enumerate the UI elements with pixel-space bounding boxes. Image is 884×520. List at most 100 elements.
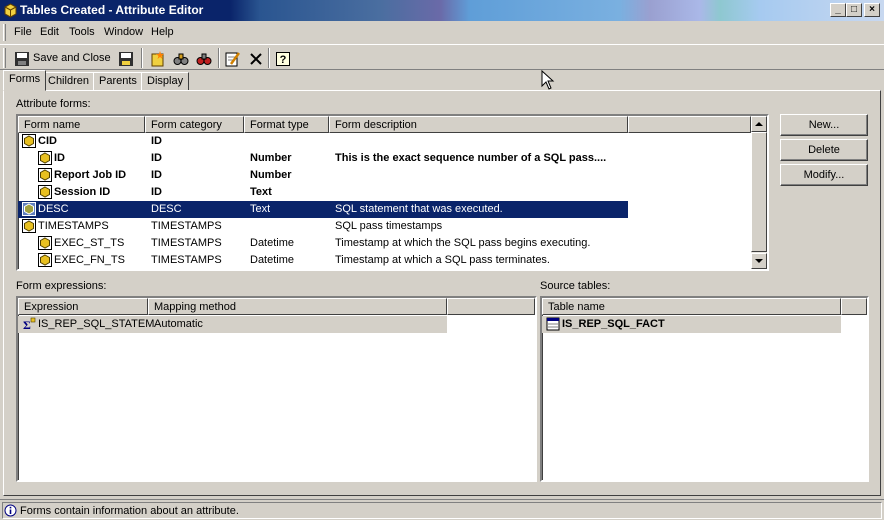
- format-type-cell: Number: [250, 152, 292, 164]
- delete-button[interactable]: Delete: [780, 139, 868, 161]
- maximize-button[interactable]: □: [846, 3, 862, 17]
- form-name-cell: Report Job ID: [54, 169, 127, 181]
- find-dependents-button[interactable]: [194, 48, 214, 70]
- binoculars-icon: [173, 53, 189, 65]
- attribute-form-icon: [22, 219, 36, 233]
- toolbar-separator: [218, 48, 220, 68]
- mapping-method-cell: Automatic: [154, 318, 203, 330]
- form-category-cell: ID: [151, 169, 162, 181]
- help-button[interactable]: ?: [273, 48, 293, 70]
- table-icon: [546, 317, 560, 331]
- source-tables-list[interactable]: Table name IS_REP_SQL_FACT: [540, 296, 869, 482]
- form-description-cell: This is the exact sequence number of a S…: [335, 152, 607, 164]
- attribute-form-icon: [22, 134, 36, 148]
- attribute-form-icon: [38, 236, 52, 250]
- form-name-cell: EXEC_FN_TS: [54, 254, 125, 266]
- close-button[interactable]: ×: [864, 3, 880, 17]
- table-row[interactable]: CID ID: [18, 133, 751, 150]
- column-header-form-category[interactable]: Form category: [145, 116, 244, 133]
- table-row[interactable]: ID ID Number This is the exact sequence …: [18, 150, 751, 167]
- toolbar-grip: [3, 48, 6, 68]
- toolbar-separator: [268, 48, 270, 68]
- form-description-cell: SQL statement that was executed.: [335, 203, 503, 215]
- edit-pencil-icon: [225, 52, 241, 67]
- attribute-cube-icon: [4, 3, 17, 18]
- format-type-cell: Number: [250, 169, 292, 181]
- format-type-cell: Text: [250, 203, 271, 215]
- mouse-cursor-icon: [541, 70, 555, 90]
- delete-toolbar-button[interactable]: [246, 48, 266, 70]
- menu-grip: [3, 24, 6, 41]
- column-header-table-name[interactable]: Table name: [542, 298, 841, 315]
- form-category-cell: TIMESTAMPS: [151, 220, 222, 232]
- menu-window[interactable]: Window: [104, 26, 143, 38]
- menu-edit[interactable]: Edit: [40, 26, 59, 38]
- menu-file[interactable]: File: [14, 26, 32, 38]
- scroll-up-button[interactable]: [751, 116, 767, 132]
- menu-bar: File Edit Tools Window Help: [0, 22, 884, 43]
- save-and-close-button[interactable]: Save and Close: [12, 48, 112, 70]
- table-row[interactable]: TIMESTAMPS TIMESTAMPS SQL pass timestamp…: [18, 218, 751, 235]
- form-category-cell: DESC: [151, 203, 182, 215]
- form-description-cell: SQL pass timestamps: [335, 220, 443, 232]
- attribute-form-icon: [22, 202, 36, 216]
- form-name-cell: EXEC_ST_TS: [54, 237, 125, 249]
- new-button[interactable]: New...: [780, 114, 868, 136]
- source-tables-label: Source tables:: [540, 280, 611, 292]
- save-and-close-label: Save and Close: [33, 52, 111, 64]
- form-name-cell: Session ID: [54, 186, 111, 198]
- status-panel: Forms contain information about an attri…: [2, 502, 882, 519]
- table-row[interactable]: EXEC_FN_TS TIMESTAMPS Datetime Timestamp…: [18, 252, 751, 269]
- scroll-thumb[interactable]: [751, 132, 767, 252]
- form-category-cell: ID: [151, 135, 162, 147]
- tab-parents[interactable]: Parents: [93, 72, 143, 91]
- attribute-forms-list[interactable]: Form name Form category Format type Form…: [16, 114, 769, 271]
- search-objects-button[interactable]: [171, 48, 191, 70]
- table-row[interactable]: Report Job ID ID Number: [18, 167, 751, 184]
- modify-button[interactable]: Modify...: [780, 164, 868, 186]
- table-row[interactable]: Session ID ID Text: [18, 184, 751, 201]
- form-description-cell: Timestamp at which the SQL pass begins e…: [335, 237, 591, 249]
- svg-text:?: ?: [280, 54, 287, 66]
- save-icon: [15, 52, 29, 66]
- column-header-empty: [841, 298, 867, 315]
- table-row[interactable]: Σ IS_REP_SQL_STATEM Automatic: [18, 316, 447, 333]
- edit-button[interactable]: [223, 48, 243, 70]
- toolbar-separator: [141, 48, 143, 68]
- menu-tools[interactable]: Tools: [69, 26, 95, 38]
- table-name-cell: IS_REP_SQL_FACT: [562, 318, 665, 330]
- form-name-cell: ID: [54, 152, 65, 164]
- attribute-form-icon: [38, 253, 52, 267]
- attribute-form-icon: [38, 168, 52, 182]
- menu-help[interactable]: Help: [151, 26, 174, 38]
- attribute-forms-scrollbar[interactable]: [751, 116, 767, 269]
- form-category-cell: ID: [151, 186, 162, 198]
- delete-x-icon: [250, 53, 262, 65]
- info-icon: [4, 504, 17, 517]
- form-category-cell: TIMESTAMPS: [151, 254, 222, 266]
- format-type-cell: Datetime: [250, 254, 295, 266]
- save-button[interactable]: [116, 48, 136, 70]
- column-header-empty: [628, 116, 751, 133]
- form-name-cell: TIMESTAMPS: [38, 220, 109, 232]
- table-row[interactable]: IS_REP_SQL_FACT: [542, 316, 841, 333]
- new-form-button[interactable]: [148, 48, 168, 70]
- tab-forms[interactable]: Forms: [3, 70, 47, 91]
- column-header-mapping-method[interactable]: Mapping method: [148, 298, 447, 315]
- arrow-up-icon: [755, 122, 763, 126]
- column-header-expression[interactable]: Expression: [18, 298, 148, 315]
- column-header-form-name[interactable]: Form name: [18, 116, 145, 133]
- form-name-cell: DESC: [38, 203, 69, 215]
- form-expressions-list[interactable]: Expression Mapping method Σ IS_REP_SQL_S…: [16, 296, 537, 482]
- form-category-cell: TIMESTAMPS: [151, 237, 222, 249]
- save-all-icon: [119, 52, 133, 66]
- column-header-form-description[interactable]: Form description: [329, 116, 628, 133]
- tab-children[interactable]: Children: [42, 72, 95, 91]
- table-row-selected[interactable]: DESC DESC Text SQL statement that was ex…: [18, 201, 628, 218]
- table-row[interactable]: EXEC_ST_TS TIMESTAMPS Datetime Timestamp…: [18, 235, 751, 252]
- minimize-button[interactable]: _: [830, 3, 846, 17]
- format-type-cell: Datetime: [250, 237, 295, 249]
- column-header-format-type[interactable]: Format type: [244, 116, 329, 133]
- scroll-down-button[interactable]: [751, 253, 767, 269]
- tab-display[interactable]: Display: [141, 72, 190, 91]
